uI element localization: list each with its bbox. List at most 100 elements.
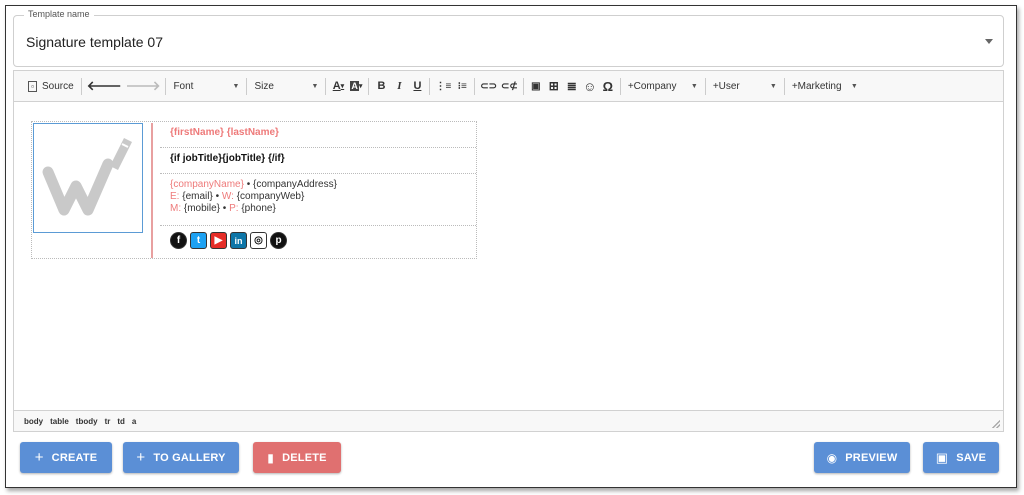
job-cell[interactable]: {if jobTitle}{jobTitle} {/if} (160, 149, 476, 174)
underline-icon[interactable]: U (410, 78, 424, 94)
template-name-select[interactable]: Template name Signature template 07 (13, 9, 1004, 67)
path-item-td[interactable]: td (117, 417, 125, 426)
editor-toolbar: ▫ Source 🡐 🡒 Font ▼ Size ▼ A▾ A▾ B I U (14, 71, 1003, 102)
font-label: Font (173, 80, 194, 92)
marketing-dropdown[interactable]: +Marketing ▼ (788, 81, 862, 92)
toolbar-divider (704, 77, 706, 95)
unlink-icon[interactable]: ⊂⊄ (501, 78, 518, 94)
chevron-down-icon: ▼ (769, 82, 777, 90)
name-cell[interactable]: {firstName} {lastName} (160, 123, 476, 148)
template-name-legend: Template name (24, 9, 94, 19)
linkedin-icon[interactable]: in (230, 232, 247, 249)
company-name: {companyName} (170, 179, 244, 190)
email-value: {email} • (179, 191, 222, 202)
company-label: +Company (627, 80, 677, 92)
gallery-label: TO GALLERY (153, 451, 226, 464)
path-item-body[interactable]: body (24, 417, 43, 426)
company-address: • {companyAddress} (243, 179, 337, 190)
chevron-down-icon: ▼ (850, 82, 858, 90)
toolbar-divider (325, 77, 327, 95)
pinterest-icon[interactable]: p (270, 232, 287, 249)
logo-image[interactable] (33, 123, 143, 233)
toolbar-divider (783, 77, 785, 95)
signature-table[interactable]: {firstName} {lastName} {if jobTitle}{job… (31, 121, 477, 259)
toolbar-divider (429, 77, 431, 95)
numbered-list-icon[interactable]: ⋮≡ (435, 78, 451, 94)
preview-label: PREVIEW (845, 451, 898, 464)
app-window: Template name Signature template 07 ▫ So… (5, 5, 1017, 488)
chevron-down-icon: ▼ (690, 82, 698, 90)
social-icons: f t ▶ in ◎ p (170, 232, 466, 249)
toolbar-divider (522, 77, 524, 95)
accent-divider (151, 123, 153, 258)
template-name-value: Signature template 07 (26, 34, 163, 50)
email-web-line: E: {email} • W: {companyWeb} (170, 191, 466, 203)
link-icon[interactable]: ⊂⊃ (480, 78, 497, 94)
phone-value: {phone} (238, 203, 276, 214)
plus-icon: + (136, 449, 146, 466)
job-line: {if jobTitle}{jobTitle} {/if} (170, 153, 285, 164)
trash-icon: ▮ (267, 450, 275, 465)
delete-button[interactable]: ▮ DELETE (253, 442, 341, 473)
toolbar-divider (619, 77, 621, 95)
source-icon: ▫ (28, 80, 37, 92)
floppy-icon: ▣ (935, 449, 949, 465)
save-label: SAVE (956, 451, 987, 464)
user-label: +User (712, 80, 740, 92)
path-item-table[interactable]: table (50, 417, 69, 426)
mobile-value: {mobile} • (181, 203, 230, 214)
redo-icon[interactable]: 🡒 (126, 78, 161, 94)
source-button[interactable]: ▫ Source (22, 76, 78, 96)
path-item-a[interactable]: a (132, 417, 136, 426)
create-label: CREATE (51, 451, 98, 464)
instagram-icon[interactable]: ◎ (250, 232, 267, 249)
source-label: Source (42, 80, 74, 92)
font-dropdown[interactable]: Font ▼ (169, 81, 243, 92)
horizontal-rule-icon[interactable]: ≣ (565, 78, 579, 94)
background-color-icon[interactable]: A ▾ (349, 78, 363, 94)
create-button[interactable]: + CREATE (20, 442, 112, 473)
plus-icon: + (34, 449, 44, 466)
toolbar-divider (165, 77, 167, 95)
size-label: Size (254, 80, 274, 92)
save-button[interactable]: ▣ SAVE (923, 442, 999, 473)
mobile-prefix: M: (170, 203, 182, 214)
toolbar-divider (474, 77, 476, 95)
italic-icon[interactable]: I (392, 78, 406, 94)
image-icon[interactable]: ▣ (529, 78, 543, 94)
user-dropdown[interactable]: +User ▼ (709, 81, 781, 92)
delete-label: DELETE (282, 451, 327, 464)
youtube-icon[interactable]: ▶ (210, 232, 227, 249)
element-path-bar: body table tbody tr td a (14, 410, 1003, 431)
company-dropdown[interactable]: +Company ▼ (624, 81, 702, 92)
resize-grip-icon[interactable] (992, 420, 1000, 428)
toolbar-divider (368, 77, 370, 95)
eye-icon: ◉ (826, 450, 838, 465)
chevron-down-icon: ▼ (311, 82, 319, 90)
web-value: {companyWeb} (233, 191, 305, 202)
editor-content[interactable]: {firstName} {lastName} {if jobTitle}{job… (14, 102, 1003, 409)
web-prefix: W: (221, 191, 234, 202)
bold-icon[interactable]: B (374, 78, 388, 94)
undo-icon[interactable]: 🡐 (87, 78, 122, 94)
size-dropdown[interactable]: Size ▼ (250, 81, 322, 92)
path-item-tr[interactable]: tr (105, 417, 111, 426)
table-icon[interactable]: ⊞ (547, 78, 561, 94)
facebook-icon[interactable]: f (170, 232, 187, 249)
path-item-tbody[interactable]: tbody (76, 417, 98, 426)
social-cell: f t ▶ in ◎ p (160, 227, 476, 258)
bulleted-list-icon[interactable]: ⁝≡ (455, 78, 469, 94)
special-char-icon[interactable]: Ω (601, 78, 615, 94)
caret-down-icon[interactable] (985, 39, 993, 44)
company-line: {companyName} • {companyAddress} (170, 179, 466, 191)
name-line: {firstName} {lastName} (170, 127, 279, 138)
smiley-icon[interactable]: ☺ (583, 78, 597, 94)
preview-button[interactable]: ◉ PREVIEW (814, 442, 910, 473)
to-gallery-button[interactable]: + TO GALLERY (123, 442, 239, 473)
marketing-label: +Marketing (791, 80, 842, 92)
logo-icon (42, 138, 132, 216)
twitter-icon[interactable]: t (190, 232, 207, 249)
text-color-icon[interactable]: A ▾ (331, 78, 345, 94)
contact-cell[interactable]: {companyName} • {companyAddress} E: {ema… (160, 175, 476, 226)
toolbar-divider (246, 77, 248, 95)
